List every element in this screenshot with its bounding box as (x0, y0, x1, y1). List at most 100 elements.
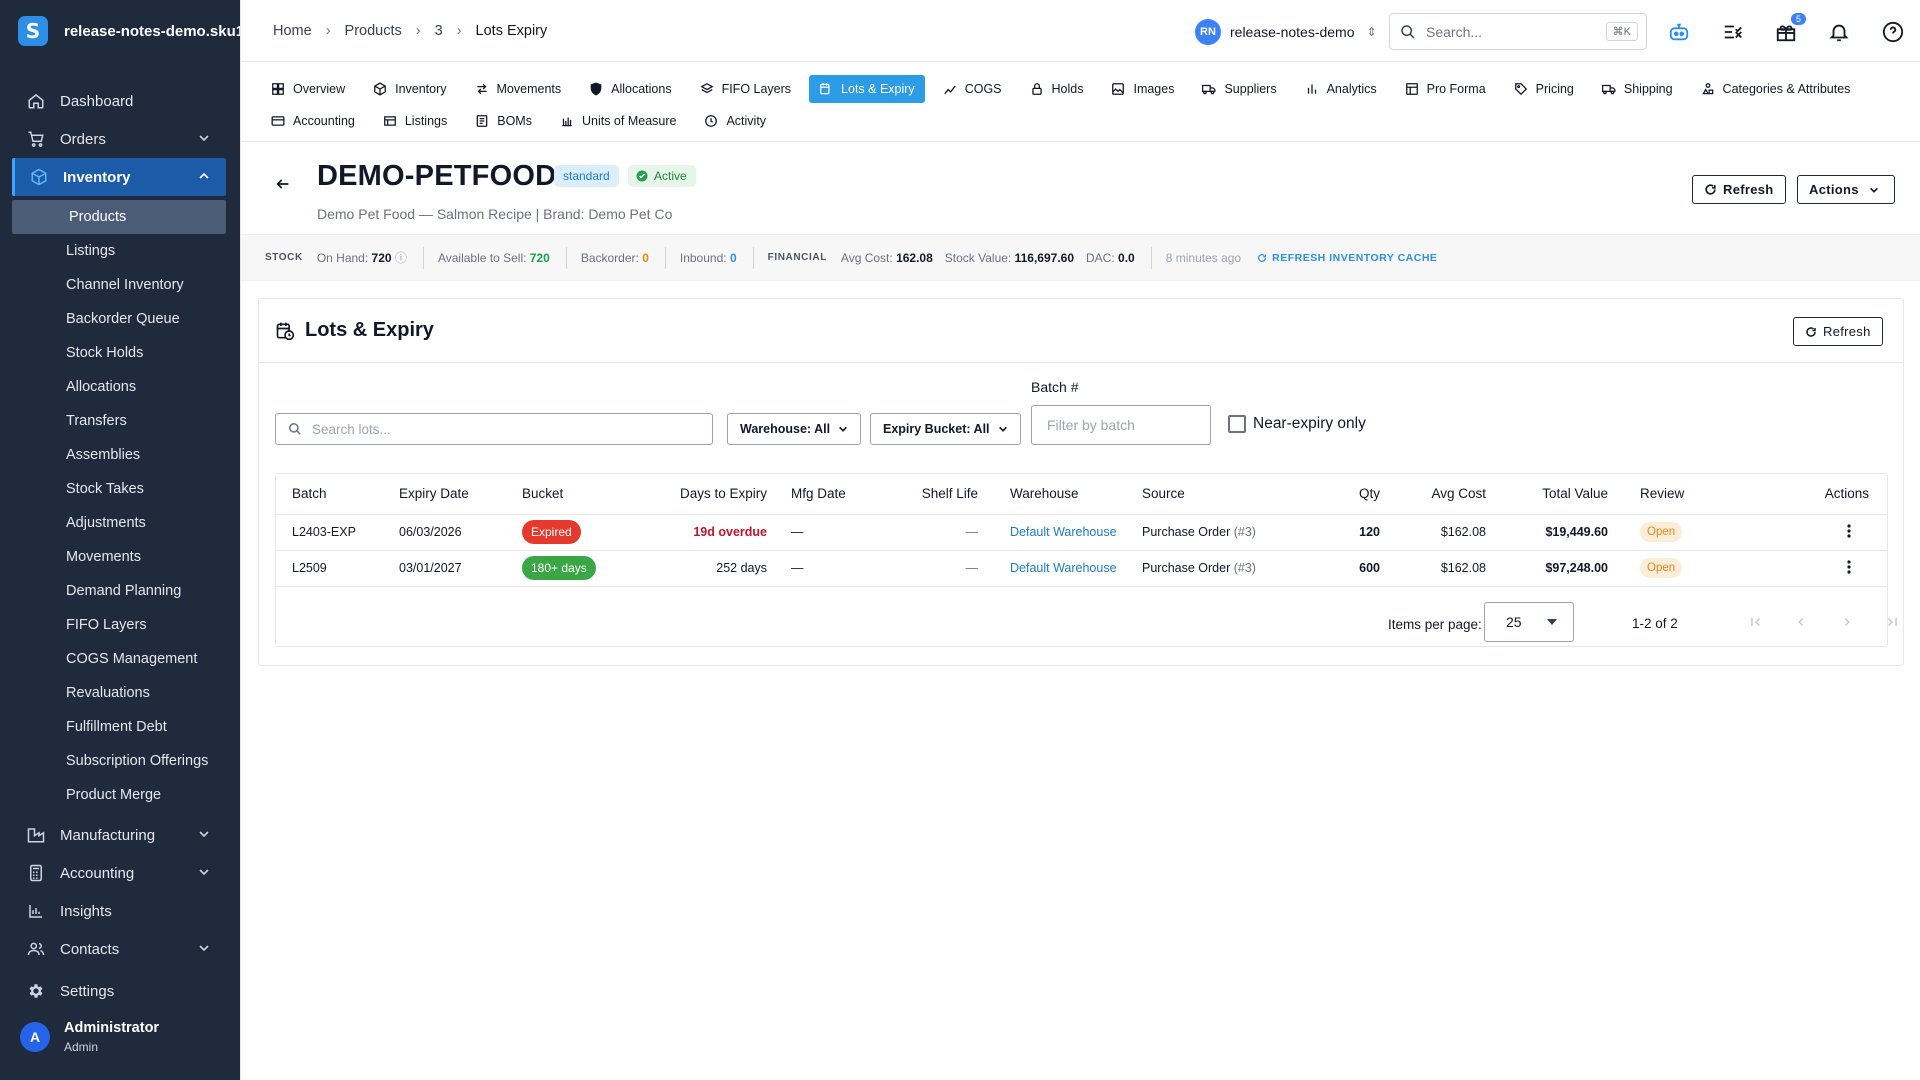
tab-holds[interactable]: Holds (1020, 75, 1094, 103)
actions-button[interactable]: Actions (1797, 175, 1895, 204)
tab-suppliers[interactable]: Suppliers (1192, 75, 1286, 103)
expiry-bucket-filter[interactable]: Expiry Bucket: All (870, 413, 1021, 445)
sidebar-sub-stock-takes[interactable]: Stock Takes (0, 472, 240, 506)
global-search[interactable]: ⌘K (1389, 13, 1647, 50)
sidebar-sub-transfers[interactable]: Transfers (0, 404, 240, 438)
sidebar-sub-movements[interactable]: Movements (0, 540, 240, 574)
tab-allocations[interactable]: Allocations (579, 75, 681, 103)
review-badge[interactable]: Open (1640, 558, 1683, 578)
org-switcher[interactable]: RN release-notes-demo ⇕ (1195, 19, 1377, 45)
sidebar-item-dashboard[interactable]: Dashboard (0, 82, 240, 120)
tab-activity[interactable]: Activity (694, 107, 776, 135)
tab-lots-and-expiry[interactable]: Lots & Expiry (809, 75, 925, 103)
col-warehouse[interactable]: Warehouse (978, 474, 1142, 515)
sidebar-item-settings[interactable]: Settings (0, 972, 240, 1010)
col-batch[interactable]: Batch (276, 474, 399, 515)
sidebar-sub-revaluations[interactable]: Revaluations (0, 676, 240, 710)
lots-search[interactable] (275, 413, 713, 445)
bell-icon[interactable] (1827, 20, 1851, 44)
tab-analytics[interactable]: Analytics (1295, 75, 1387, 103)
tab-categories-and-attributes[interactable]: Categories & Attributes (1691, 75, 1861, 103)
next-page-icon[interactable] (1837, 612, 1857, 632)
sidebar-sub-stock-holds[interactable]: Stock Holds (0, 336, 240, 370)
tab-fifo-layers[interactable]: FIFO Layers (690, 75, 801, 103)
col-qty[interactable]: Qty (1306, 474, 1380, 515)
sidebar-item-inventory[interactable]: Inventory (12, 158, 226, 196)
sidebar-sub-adjustments[interactable]: Adjustments (0, 506, 240, 540)
tab-movements[interactable]: Movements (465, 75, 572, 103)
tab-pricing[interactable]: Pricing (1504, 75, 1584, 103)
prev-page-icon[interactable] (1791, 612, 1811, 632)
col-bucket[interactable]: Bucket (522, 474, 647, 515)
col-expiry-date[interactable]: Expiry Date (399, 474, 522, 515)
tab-pro-forma[interactable]: Pro Forma (1395, 75, 1496, 103)
table-row[interactable]: L2403-EXP 06/03/2026 Expired 19d overdue… (276, 514, 1887, 551)
sidebar-sub-assemblies[interactable]: Assemblies (0, 438, 240, 472)
sidebar-item-contacts[interactable]: Contacts (0, 930, 240, 968)
items-per-page-select[interactable]: 25 (1484, 602, 1574, 642)
chevron-down-icon[interactable] (198, 942, 210, 954)
col-mfg-date[interactable]: Mfg Date (767, 474, 907, 515)
more-vertical-icon[interactable] (1847, 559, 1851, 574)
chevron-down-icon[interactable] (198, 132, 210, 144)
breadcrumb-products[interactable]: Products (345, 23, 402, 39)
warehouse-filter[interactable]: Warehouse: All (727, 413, 862, 445)
sidebar-sub-listings[interactable]: Listings (0, 234, 240, 268)
user-profile[interactable]: A Administrator Admin (20, 1020, 159, 1054)
sidebar-sub-allocations[interactable]: Allocations (0, 370, 240, 404)
source-ref[interactable]: (#3) (1234, 525, 1256, 539)
sidebar-sub-channel-inventory[interactable]: Channel Inventory (0, 268, 240, 302)
tab-overview[interactable]: Overview (261, 75, 355, 103)
first-page-icon[interactable] (1746, 612, 1766, 632)
warehouse-link[interactable]: Default Warehouse (1010, 561, 1117, 575)
sidebar-item-orders[interactable]: Orders (0, 120, 240, 158)
last-page-icon[interactable] (1882, 612, 1902, 632)
tab-shipping[interactable]: Shipping (1592, 75, 1683, 103)
sidebar-sub-demand-planning[interactable]: Demand Planning (0, 574, 240, 608)
chevron-down-icon[interactable] (198, 828, 210, 840)
tab-cogs[interactable]: COGS (933, 75, 1012, 103)
more-vertical-icon[interactable] (1847, 523, 1851, 538)
tasks-icon[interactable] (1721, 20, 1745, 44)
col-total-value[interactable]: Total Value (1486, 474, 1608, 515)
lots-search-input[interactable] (312, 421, 692, 437)
search-input[interactable] (1426, 23, 1586, 40)
breadcrumb-home[interactable]: Home (273, 23, 312, 39)
sidebar-sub-cogs-management[interactable]: COGS Management (0, 642, 240, 676)
near-expiry-checkbox[interactable] (1228, 415, 1246, 433)
sidebar-sub-fulfillment-debt[interactable]: Fulfillment Debt (0, 710, 240, 744)
info-icon[interactable]: ⓘ (395, 251, 407, 265)
chevron-down-icon[interactable] (198, 866, 210, 878)
col-review[interactable]: Review (1608, 474, 1762, 515)
tab-units-of-measure[interactable]: Units of Measure (550, 107, 686, 135)
col-shelf-life[interactable]: Shelf Life (907, 474, 978, 515)
app-logo-icon[interactable]: S (18, 16, 48, 46)
sidebar-sub-fifo-layers[interactable]: FIFO Layers (0, 608, 240, 642)
sidebar-sub-products[interactable]: Products (12, 200, 226, 234)
tab-inventory[interactable]: Inventory (363, 75, 456, 103)
tab-accounting[interactable]: Accounting (261, 107, 365, 135)
warehouse-link[interactable]: Default Warehouse (1010, 525, 1117, 539)
col-source[interactable]: Source (1142, 474, 1306, 515)
breadcrumb-product-id[interactable]: 3 (435, 23, 443, 39)
source-ref[interactable]: (#3) (1234, 561, 1256, 575)
col-days-to-expiry[interactable]: Days to Expiry (647, 474, 767, 515)
help-icon[interactable] (1881, 20, 1905, 44)
lots-refresh-button[interactable]: Refresh (1793, 317, 1883, 346)
refresh-button[interactable]: Refresh (1692, 175, 1786, 204)
gift-icon[interactable]: 5 (1774, 13, 1806, 44)
chevron-up-icon[interactable] (198, 170, 210, 182)
batch-filter[interactable] (1031, 405, 1211, 445)
tab-images[interactable]: Images (1101, 75, 1184, 103)
tab-listings[interactable]: Listings (373, 107, 457, 135)
back-arrow-icon[interactable] (275, 176, 291, 192)
sidebar-item-manufacturing[interactable]: Manufacturing (0, 816, 240, 854)
tab-boms[interactable]: BOMs (465, 107, 542, 135)
sidebar-sub-product-merge[interactable]: Product Merge (0, 778, 240, 812)
sidebar-item-insights[interactable]: Insights (0, 892, 240, 930)
near-expiry-toggle[interactable]: Near-expiry only (1228, 415, 1366, 433)
refresh-cache-link[interactable]: REFRESH INVENTORY CACHE (1257, 252, 1437, 264)
col-avg-cost[interactable]: Avg Cost (1380, 474, 1486, 515)
table-row[interactable]: L2509 03/01/2027 180+ days 252 days — — … (276, 550, 1887, 587)
batch-filter-input[interactable] (1047, 417, 1197, 433)
